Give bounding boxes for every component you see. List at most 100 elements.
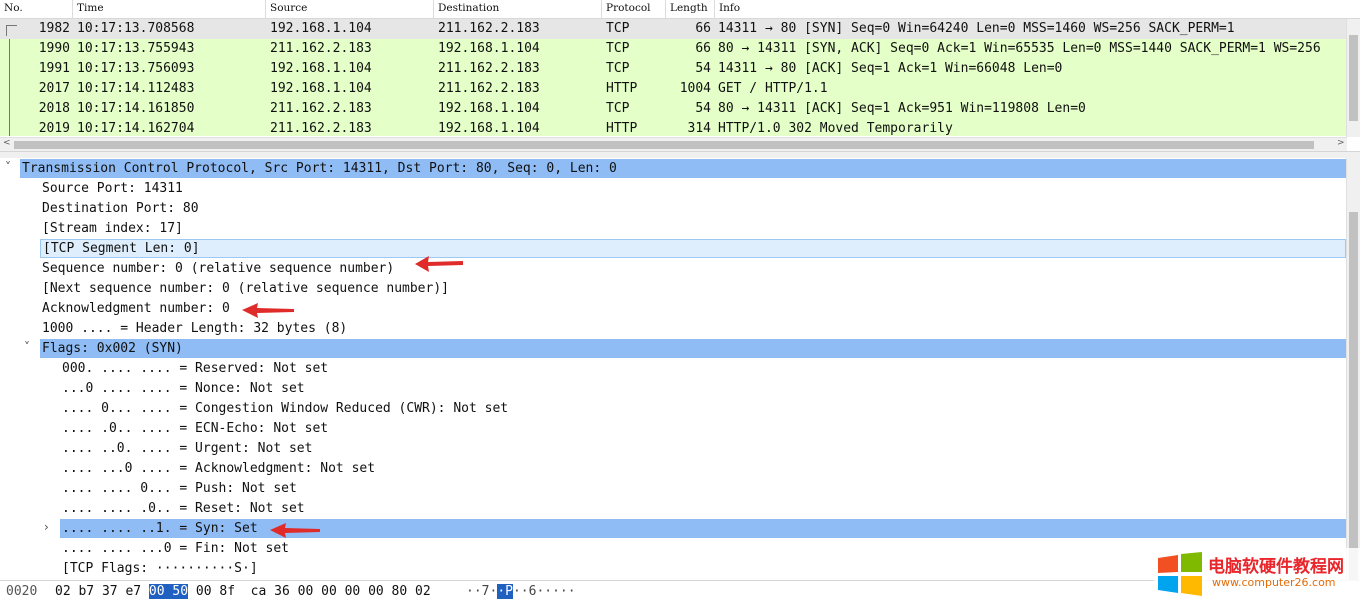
packet-length: 54: [695, 61, 711, 76]
scrollbar-thumb[interactable]: [1349, 212, 1358, 580]
tcp-header-label: Transmission Control Protocol, Src Port:…: [22, 161, 617, 176]
packet-time: 10:17:13.708568: [77, 21, 195, 36]
packet-protocol: TCP: [606, 41, 630, 56]
packet-length: 66: [695, 41, 711, 56]
ascii-after: ··6·····: [512, 584, 576, 599]
packet-row[interactable]: 2018 10:17:14.161850 211.162.2.183 192.1…: [0, 99, 1347, 119]
hex-selected: 00 50: [148, 584, 189, 599]
packet-source: 192.168.1.104: [270, 81, 372, 96]
column-header-no[interactable]: No.: [4, 2, 23, 14]
packet-no: 2019: [38, 121, 70, 136]
packet-list-horizontal-scrollbar[interactable]: < >: [0, 137, 1347, 151]
packet-list-header: No. Time Source Destination Protocol Len…: [0, 0, 1360, 19]
field-acknowledgment-number[interactable]: Acknowledgment number: 0: [42, 299, 230, 318]
windows-logo-icon: [1158, 552, 1202, 596]
packet-row[interactable]: 2019 10:17:14.162704 211.162.2.183 192.1…: [0, 119, 1347, 136]
column-header-source[interactable]: Source: [270, 2, 307, 14]
column-header-length[interactable]: Length: [670, 2, 708, 14]
packet-source: 211.162.2.183: [270, 121, 372, 136]
packet-no: 2018: [38, 101, 70, 116]
field-stream-index[interactable]: [Stream index: 17]: [42, 219, 183, 238]
packet-destination: 211.162.2.183: [438, 21, 540, 36]
tcp-header-row[interactable]: Transmission Control Protocol, Src Port:…: [20, 159, 1346, 178]
packet-details-vertical-scrollbar[interactable]: [1346, 158, 1360, 580]
packet-length: 66: [695, 21, 711, 36]
packet-no: 1991: [38, 61, 70, 76]
field-next-sequence-number[interactable]: [Next sequence number: 0 (relative seque…: [42, 279, 449, 298]
packet-source: 211.162.2.183: [270, 41, 372, 56]
packet-row[interactable]: 1982 10:17:13.708568 192.168.1.104 211.1…: [0, 19, 1347, 39]
packet-rows: 1982 10:17:13.708568 192.168.1.104 211.1…: [0, 19, 1347, 136]
packet-destination: 211.162.2.183: [438, 81, 540, 96]
field-header-length[interactable]: 1000 .... = Header Length: 32 bytes (8): [42, 319, 347, 338]
packet-no: 2017: [38, 81, 70, 96]
packet-row[interactable]: 1990 10:17:13.755943 211.162.2.183 192.1…: [0, 39, 1347, 59]
ascii-selected: ·P: [497, 584, 513, 599]
packet-list-vertical-scrollbar[interactable]: [1346, 19, 1360, 137]
packet-destination: 192.168.1.104: [438, 41, 540, 56]
column-header-destination[interactable]: Destination: [438, 2, 499, 14]
hex-before: 02 b7 37 e7: [55, 584, 142, 599]
packet-list-pane[interactable]: No. Time Source Destination Protocol Len…: [0, 0, 1360, 151]
ascii-before: ··7·: [466, 584, 498, 599]
packet-info: 80 → 14311 [SYN, ACK] Seq=0 Ack=1 Win=65…: [718, 41, 1321, 56]
chevron-down-icon[interactable]: ˅: [5, 160, 11, 174]
flag-syn: .... .... ..1. = Syn: Set: [62, 521, 258, 536]
bytes-ascii[interactable]: ··7··P··6·····: [466, 584, 576, 599]
field-tcp-segment-len[interactable]: [TCP Segment Len: 0]: [40, 239, 1346, 258]
field-sequence-number[interactable]: Sequence number: 0 (relative sequence nu…: [42, 259, 394, 278]
packet-time: 10:17:14.112483: [77, 81, 195, 96]
chevron-right-icon[interactable]: ›: [44, 520, 49, 534]
bytes-hex[interactable]: 02 b7 37 e7 00 50 00 8f ca 36 00 00 00 0…: [55, 584, 431, 599]
column-header-time[interactable]: Time: [77, 2, 104, 14]
packet-row[interactable]: 1991 10:17:13.756093 192.168.1.104 211.1…: [0, 59, 1347, 79]
packet-info: GET / HTTP/1.1: [718, 81, 828, 96]
watermark-url: www.computer26.com: [1212, 576, 1336, 589]
flag-cwr[interactable]: .... 0... .... = Congestion Window Reduc…: [62, 399, 508, 418]
flags-header-label: Flags: 0x002 (SYN): [42, 341, 183, 356]
packet-no: 1982: [38, 21, 70, 36]
flag-reserved[interactable]: 000. .... .... = Reserved: Not set: [62, 359, 328, 378]
packet-no: 1990: [38, 41, 70, 56]
flag-nonce[interactable]: ...0 .... .... = Nonce: Not set: [62, 379, 305, 398]
watermark-title: 电脑软硬件教程网: [1208, 557, 1344, 577]
packet-info: 14311 → 80 [SYN] Seq=0 Win=64240 Len=0 M…: [718, 21, 1235, 36]
packet-info: HTTP/1.0 302 Moved Temporarily: [718, 121, 953, 136]
packet-info: 80 → 14311 [ACK] Seq=1 Ack=951 Win=11980…: [718, 101, 1086, 116]
flags-header-row[interactable]: Flags: 0x002 (SYN): [40, 339, 1346, 358]
flag-urgent[interactable]: .... ..0. .... = Urgent: Not set: [62, 439, 312, 458]
flag-syn-row[interactable]: .... .... ..1. = Syn: Set: [60, 519, 1346, 538]
chevron-down-icon[interactable]: ˅: [24, 340, 30, 354]
column-header-info[interactable]: Info: [719, 2, 740, 14]
field-destination-port[interactable]: Destination Port: 80: [42, 199, 199, 218]
flag-tcp-flags-summary[interactable]: [TCP Flags: ··········S·]: [62, 559, 258, 578]
flag-push[interactable]: .... .... 0... = Push: Not set: [62, 479, 297, 498]
flag-reset[interactable]: .... .... .0.. = Reset: Not set: [62, 499, 305, 518]
packet-destination: 211.162.2.183: [438, 61, 540, 76]
annotation-arrow-icon: [242, 303, 294, 318]
packet-details-pane[interactable]: ˅ Transmission Control Protocol, Src Por…: [0, 158, 1347, 580]
packet-source: 211.162.2.183: [270, 101, 372, 116]
packet-protocol: HTTP: [606, 121, 638, 136]
packet-source: 192.168.1.104: [270, 21, 372, 36]
packet-protocol: TCP: [606, 61, 630, 76]
flag-ecn-echo[interactable]: .... .0.. .... = ECN-Echo: Not set: [62, 419, 328, 438]
packet-length: 1004: [679, 81, 711, 96]
hex-after: 00 8f ca 36 00 00 00 00 80 02: [195, 584, 431, 599]
scrollbar-thumb[interactable]: [14, 141, 1314, 149]
flag-fin[interactable]: .... .... ...0 = Fin: Not set: [62, 539, 289, 558]
scroll-right-icon[interactable]: >: [1337, 138, 1345, 148]
packet-source: 192.168.1.104: [270, 61, 372, 76]
flag-acknowledgment[interactable]: .... ...0 .... = Acknowledgment: Not set: [62, 459, 375, 478]
packet-destination: 192.168.1.104: [438, 121, 540, 136]
packet-destination: 192.168.1.104: [438, 101, 540, 116]
packet-row[interactable]: 2017 10:17:14.112483 192.168.1.104 211.1…: [0, 79, 1347, 99]
column-header-protocol[interactable]: Protocol: [606, 2, 651, 14]
packet-info: 14311 → 80 [ACK] Seq=1 Ack=1 Win=66048 L…: [718, 61, 1063, 76]
packet-protocol: TCP: [606, 101, 630, 116]
field-source-port[interactable]: Source Port: 14311: [42, 179, 183, 198]
packet-time: 10:17:13.756093: [77, 61, 195, 76]
scrollbar-thumb[interactable]: [1349, 35, 1358, 121]
packet-length: 314: [687, 121, 711, 136]
scroll-left-icon[interactable]: <: [3, 138, 11, 148]
